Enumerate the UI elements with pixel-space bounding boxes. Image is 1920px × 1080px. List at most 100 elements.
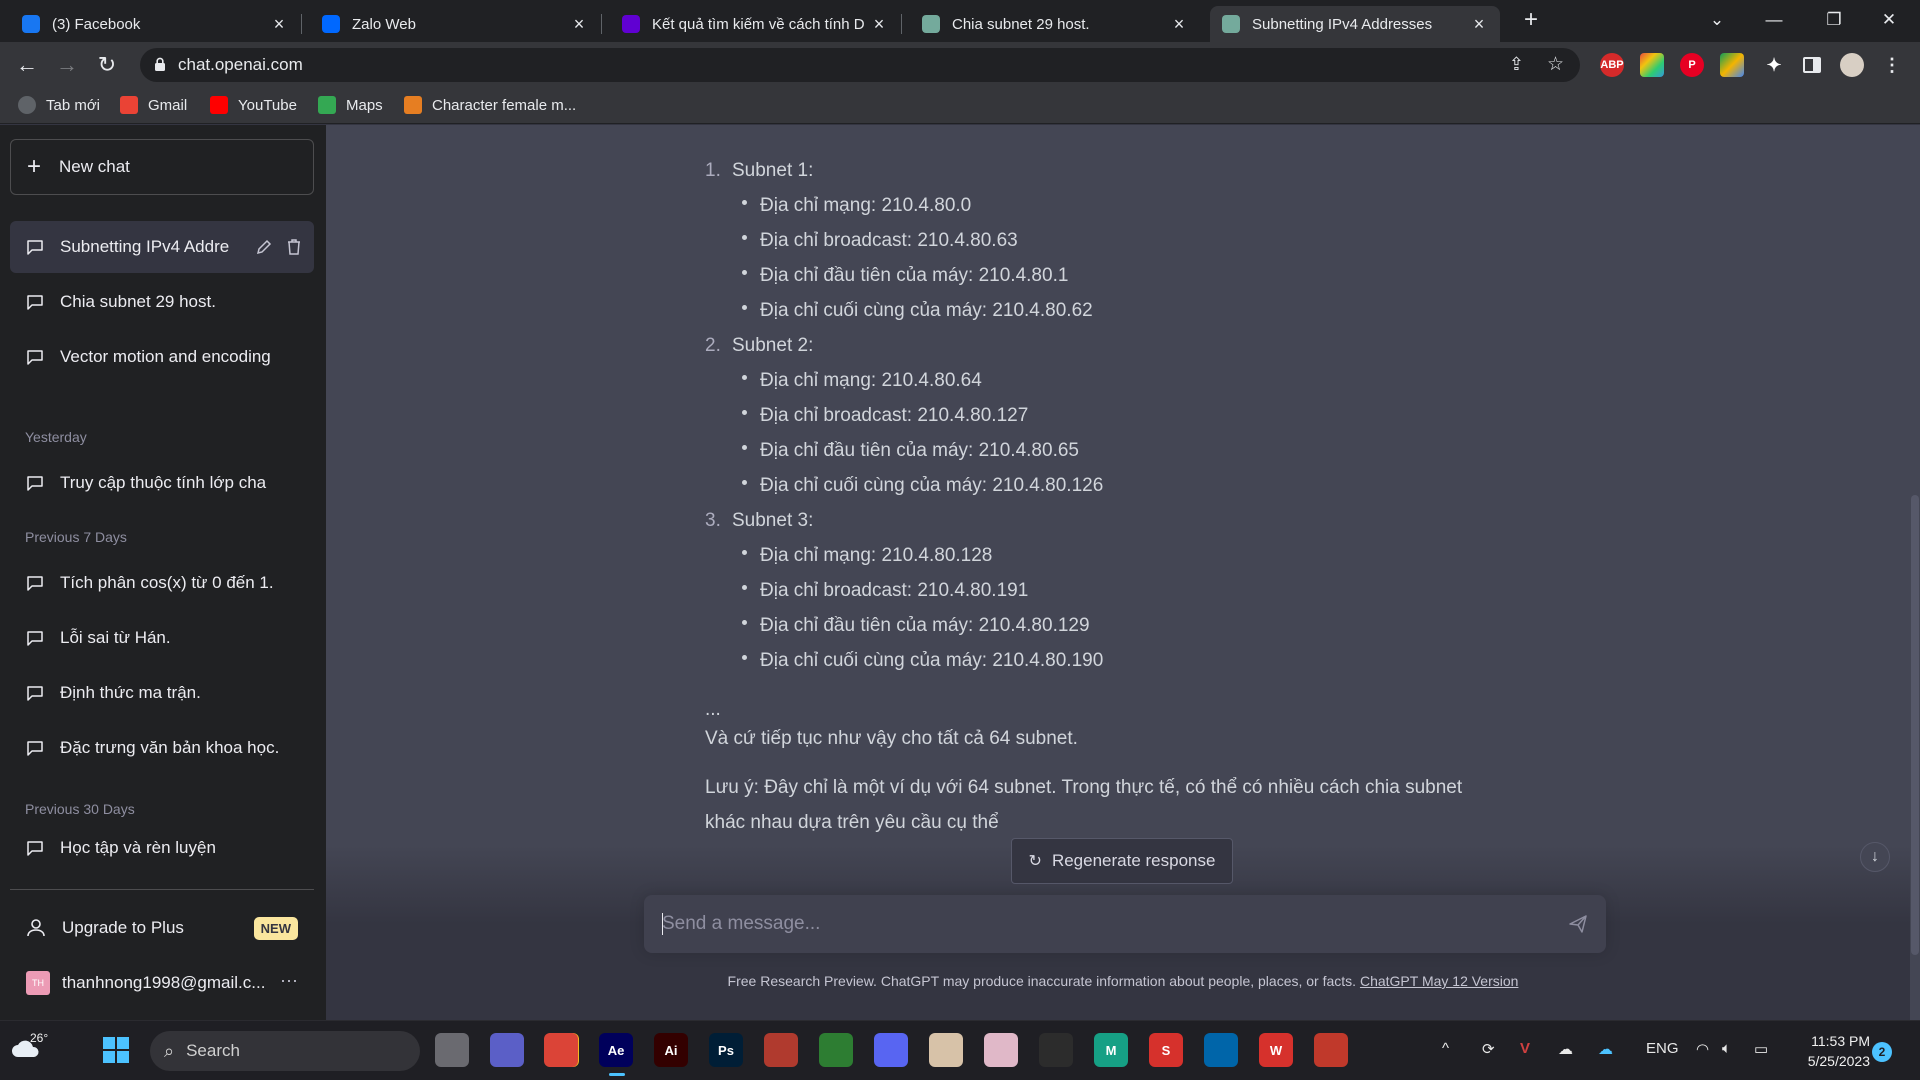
illustrator-icon[interactable]: Ai [654,1033,688,1067]
battery-icon[interactable]: ▭ [1754,1040,1768,1058]
volume-icon[interactable]: 🔈︎ [1722,1040,1731,1057]
anime-app-2-icon[interactable] [984,1033,1018,1067]
bookmark-item[interactable]: YouTube [210,96,297,114]
scrollbar-thumb[interactable] [1911,495,1919,955]
close-tab-icon[interactable]: × [870,14,888,35]
figma-icon[interactable] [1039,1033,1073,1067]
google-drive-icon[interactable] [1720,53,1744,77]
clock-date: 5/25/2023 [1807,1053,1870,1069]
browser-tab[interactable]: Kết quả tìm kiếm về cách tính DC × [610,6,900,42]
browser-tab[interactable]: (3) Facebook × [10,6,300,42]
regenerate-response-button[interactable]: ↻ Regenerate response [1011,838,1233,884]
anime-app-icon[interactable] [929,1033,963,1067]
bookmark-star-icon[interactable]: ☆ [1547,53,1564,76]
sidebar-divider [10,889,314,890]
pen-app-icon[interactable] [1314,1033,1348,1067]
microsoft-store-icon[interactable] [819,1033,853,1067]
sidebar-conversation-item[interactable]: Vector motion and encoding [10,331,314,383]
browser-tab[interactable]: Zalo Web × [310,6,600,42]
sidebar-conversation-item[interactable]: Truy cập thuộc tính lớp cha [10,457,314,509]
onedrive-icon[interactable]: ☁ [1598,1040,1613,1058]
bookmark-item[interactable]: Character female m... [404,96,576,114]
windows-taskbar: 26° ⌕ Search Ae Ai Ps M S W ^ ⟳ V ☁ ☁ ENG ◠ 🔈… [0,1020,1920,1080]
wifi-icon[interactable]: ◠ [1696,1040,1709,1058]
bookmark-label: Character female m... [432,96,577,114]
subnet-title: Subnet 2: [732,335,814,356]
after-effects-icon[interactable]: Ae [599,1033,633,1067]
browser-tab[interactable]: Chia subnet 29 host. × [910,6,1200,42]
edit-icon[interactable] [254,237,274,257]
m-app-icon[interactable]: M [1094,1033,1128,1067]
profile-avatar[interactable] [1840,53,1864,77]
close-tab-icon[interactable]: × [270,14,288,35]
sidebar-conversation-item[interactable]: Lỗi sai từ Hán. [10,612,314,664]
reload-icon[interactable]: ↻ [92,50,122,80]
tab-search-icon[interactable]: ⌄ [1694,0,1740,40]
chat-bubble-icon [27,350,43,365]
list-number: 2. [705,335,721,356]
forward-icon[interactable]: → [52,50,82,80]
conversation-title: Đặc trưng văn bản khoa học. [60,738,280,757]
bookmark-item[interactable]: Maps [318,96,383,114]
app-grid-icon[interactable] [764,1033,798,1067]
scroll-to-bottom-icon[interactable]: ↓ [1860,842,1890,872]
s-app-icon[interactable]: S [1149,1033,1183,1067]
sidebar-conversation-item[interactable]: Định thức ma trận. [10,667,314,719]
send-icon[interactable] [1568,914,1588,934]
sidebar-conversation-item[interactable]: Tích phân cos(x) từ 0 đến 1. [10,557,314,609]
chrome-icon[interactable] [544,1033,578,1067]
show-hidden-icons-icon[interactable]: ^ [1442,1040,1449,1057]
teams-chat-icon[interactable] [490,1033,524,1067]
wps-office-icon[interactable]: W [1259,1033,1293,1067]
close-tab-icon[interactable]: × [570,14,588,35]
pinterest-icon[interactable]: P [1680,53,1704,77]
sidebar-conversation-item[interactable]: Học tập và rèn luyện [10,822,314,874]
start-button[interactable] [99,1033,133,1067]
v-app-tray-icon[interactable]: V [1520,1040,1530,1057]
sidebar-conversation-item[interactable]: Chia subnet 29 host. [10,276,314,328]
version-link[interactable]: ChatGPT May 12 Version [1360,973,1518,989]
upgrade-to-plus-button[interactable]: Upgrade to Plus NEW [10,903,314,953]
minimize-icon[interactable]: — [1751,0,1797,40]
message-input[interactable] [662,895,1542,953]
conversation-title: Tích phân cos(x) từ 0 đến 1. [60,573,274,592]
address-bar[interactable]: chat.openai.com ⇪ ☆ [140,48,1580,82]
browser-tab[interactable]: Subnetting IPv4 Addresses × [1210,6,1500,42]
subnet-detail-line: Địa chỉ mạng: 210.4.80.0 [705,188,1525,223]
discord-icon[interactable] [874,1033,908,1067]
restore-icon[interactable]: ❐ [1811,0,1857,40]
taskbar-search[interactable]: ⌕ Search [150,1031,420,1071]
share-icon[interactable]: ⇪ [1509,54,1524,75]
sync-icon[interactable]: ⟳ [1482,1040,1495,1058]
extensions-puzzle-icon[interactable]: ✦ [1762,53,1786,77]
photoshop-icon[interactable]: Ps [709,1033,743,1067]
weather-tray-icon[interactable]: ☁ [1558,1040,1573,1058]
language-indicator[interactable]: ENG [1646,1040,1679,1057]
back-icon[interactable]: ← [12,50,42,80]
tab-separator [601,14,602,34]
account-email: thanhnong1998@gmail.c... [62,973,266,992]
taskbar-clock[interactable]: 11:53 PM 5/25/2023 [1790,1031,1870,1071]
sidebar-conversation-item[interactable]: Đặc trưng văn bản khoa học. [10,722,314,774]
subnet-detail-line: Địa chỉ đầu tiên của máy: 210.4.80.65 [705,433,1525,468]
new-tab-icon[interactable]: + [1508,0,1554,40]
scrollbar[interactable] [1910,125,1920,1020]
weather-widget[interactable]: 26° [10,1031,54,1065]
subnet-detail-line: Địa chỉ mạng: 210.4.80.64 [705,363,1525,398]
notification-badge[interactable]: 2 [1872,1042,1892,1062]
close-window-icon[interactable]: ✕ [1866,0,1912,40]
task-view-icon[interactable] [435,1033,469,1067]
trash-icon[interactable] [284,237,304,257]
account-menu-button[interactable]: TH thanhnong1998@gmail.c... ··· [10,958,314,1008]
color-picker-extension-icon[interactable] [1640,53,1664,77]
new-chat-button[interactable]: + New chat [10,139,314,195]
adblock-plus-icon[interactable]: ABP [1600,53,1624,77]
close-tab-icon[interactable]: × [1470,14,1488,35]
vscode-icon[interactable] [1204,1033,1238,1067]
chrome-menu-icon[interactable]: ⋮ [1880,53,1904,77]
close-tab-icon[interactable]: × [1170,14,1188,35]
bookmark-item[interactable]: Gmail [120,96,187,114]
side-panel-icon[interactable] [1800,53,1824,77]
bookmark-item[interactable]: Tab mới [18,96,100,114]
sidebar-conversation-item[interactable]: Subnetting IPv4 Addre [10,221,314,273]
